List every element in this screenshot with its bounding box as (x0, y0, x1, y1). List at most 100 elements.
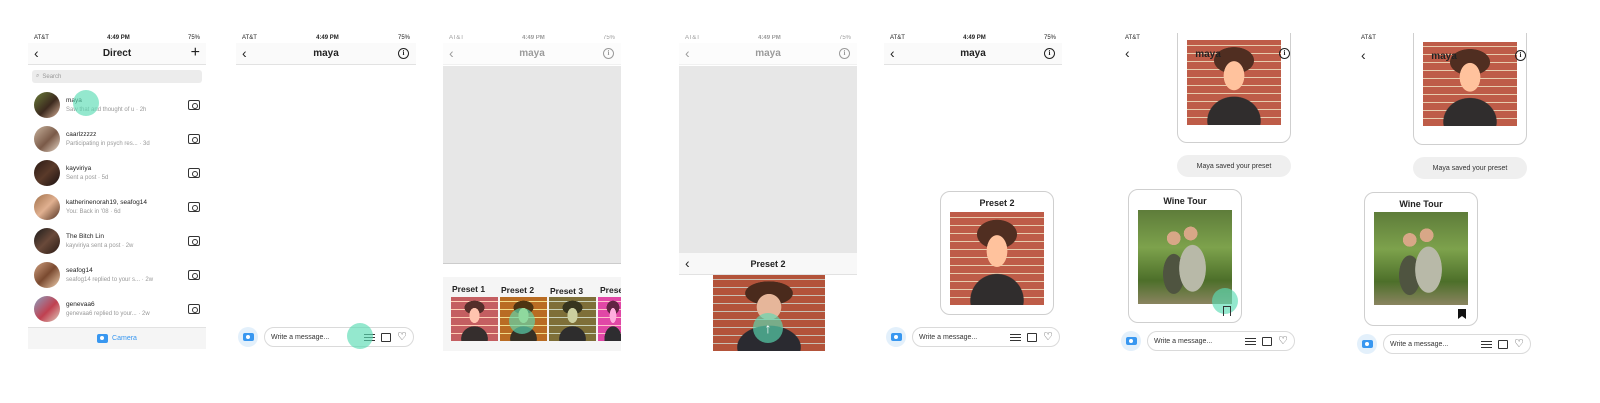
preset-thumbnail[interactable] (598, 297, 621, 341)
shared-post-card[interactable]: Wine Tour (1128, 189, 1242, 323)
shared-post-card[interactable]: Wine Tour (1364, 192, 1478, 326)
camera-icon[interactable] (188, 100, 200, 110)
filters-sliders-icon[interactable] (1245, 337, 1257, 346)
back-chevron-icon[interactable]: ‹ (685, 46, 690, 60)
thread-list: mayaSaw that and thought of u · 2h caarl… (28, 88, 206, 326)
info-icon[interactable]: i (1044, 48, 1055, 59)
carrier: AT&T (1361, 35, 1376, 41)
message-input[interactable]: Write a message... ♡ (1147, 331, 1295, 351)
screen-post-bookmarked: AT&T 4:49 PM 75% ‹ maya i Maya saved you… (1355, 33, 1533, 357)
gallery-icon[interactable] (381, 332, 392, 342)
dim-overlay (443, 66, 621, 264)
preset-card[interactable]: Preset 2 (940, 191, 1054, 315)
avatar (34, 228, 60, 254)
battery: 75% (1043, 35, 1056, 41)
thread-name: caarlzzzzz (66, 131, 97, 138)
clock: 4:49 PM (522, 35, 545, 41)
new-message-plus-icon[interactable]: + (191, 44, 200, 62)
dimmed-chat: AT&T 4:49 PM 75% ‹ maya i (443, 33, 621, 65)
tap-indicator (509, 308, 535, 334)
message-input[interactable]: Write a message... ♡ (1383, 334, 1531, 354)
camera-button[interactable] (1357, 334, 1377, 354)
camera-button[interactable]: Camera (28, 327, 206, 349)
heart-icon[interactable]: ♡ (397, 332, 407, 343)
back-chevron-icon[interactable]: ‹ (449, 46, 454, 60)
list-item[interactable]: caarlzzzzz Participating in psych res... … (28, 122, 206, 156)
status-bar: AT&T 4:49 PM 75% (28, 33, 206, 43)
back-chevron-icon[interactable]: ‹ (890, 46, 895, 60)
camera-button[interactable] (886, 327, 906, 347)
message-input[interactable]: Write a message... ♡ (912, 327, 1060, 347)
carrier: AT&T (242, 35, 257, 41)
bookmark-icon[interactable] (1223, 306, 1231, 316)
dim-overlay (679, 66, 857, 253)
preset-thumbnail[interactable] (451, 297, 498, 341)
message-input[interactable]: Write a message... ♡ (264, 327, 414, 347)
clock: 4:49 PM (758, 35, 781, 41)
list-item[interactable]: kayviriya Sent a post · 5d (28, 156, 206, 190)
back-chevron-icon[interactable]: ‹ (34, 46, 39, 60)
screen-preset-sent: AT&T 4:49 PM 75% ‹ maya i Preset 2 Write… (884, 33, 1062, 351)
nav-bar: ‹ maya i (236, 43, 416, 65)
info-icon[interactable]: i (603, 48, 614, 59)
chat-title: maya (1195, 48, 1221, 60)
gallery-icon[interactable] (1262, 336, 1273, 346)
send-preset-button[interactable]: ↑ (753, 313, 783, 343)
back-chevron-icon[interactable]: ‹ (1361, 48, 1366, 62)
list-item[interactable]: seafog14 seafog14 replied to your s... · … (28, 258, 206, 292)
camera-button[interactable] (238, 327, 258, 347)
list-item[interactable]: katherinenorah19, seafog14 You: Back in '… (28, 190, 206, 224)
heart-icon[interactable]: ♡ (1514, 339, 1524, 350)
thread-name: kayviriya (66, 165, 92, 172)
gallery-icon[interactable] (1498, 339, 1509, 349)
carrier: AT&T (1125, 35, 1140, 41)
list-item[interactable]: mayaSaw that and thought of u · 2h (28, 88, 206, 122)
camera-icon[interactable] (188, 202, 200, 212)
screen-preset-saved: AT&T 4:49 PM 75% ‹ maya i Maya saved you… (1119, 33, 1297, 355)
message-composer: Write a message... ♡ (1121, 330, 1295, 352)
preset-thumbnail[interactable] (549, 297, 596, 341)
nav-bar: ‹ maya i (1355, 45, 1533, 67)
camera-icon[interactable] (188, 168, 200, 178)
thread-name: seafog14 (66, 267, 93, 274)
card-photo (950, 212, 1044, 305)
info-icon[interactable]: i (1515, 50, 1526, 61)
carrier: AT&T (685, 35, 700, 41)
screen-direct-inbox: AT&T 4:49 PM 75% ‹ Direct + ⌕ Search may… (28, 33, 206, 349)
nav-bar: ‹ maya i (679, 43, 857, 65)
info-icon[interactable]: i (1279, 48, 1290, 59)
nav-bar: ‹ maya i (443, 43, 621, 65)
preset-label: Preset 2 (501, 285, 535, 295)
camera-icon[interactable] (188, 304, 200, 314)
battery: 75% (838, 35, 851, 41)
avatar (34, 160, 60, 186)
heart-icon[interactable]: ♡ (1278, 336, 1288, 347)
info-icon[interactable]: i (839, 48, 850, 59)
gallery-icon[interactable] (1027, 332, 1038, 342)
list-item[interactable]: genevaa6 genevaa6 replied to your... · 2w (28, 292, 206, 326)
battery: 75% (602, 35, 615, 41)
tap-indicator (73, 90, 99, 116)
camera-icon (890, 333, 902, 341)
preset-label: Preset 1 (452, 284, 486, 294)
search-input[interactable]: ⌕ Search (32, 70, 202, 83)
dimmed-chat: AT&T 4:49 PM 75% ‹ maya i (679, 33, 857, 65)
camera-button[interactable] (1121, 331, 1141, 351)
camera-icon[interactable] (188, 134, 200, 144)
back-chevron-icon[interactable]: ‹ (685, 256, 690, 270)
clock: 4:49 PM (107, 35, 130, 41)
back-chevron-icon[interactable]: ‹ (242, 46, 247, 60)
camera-icon[interactable] (188, 236, 200, 246)
bookmark-filled-icon[interactable] (1458, 309, 1466, 319)
back-chevron-icon[interactable]: ‹ (1125, 46, 1130, 60)
avatar (34, 194, 60, 220)
list-item[interactable]: The Bitch Lin kayviriya sent a post · 2w (28, 224, 206, 258)
info-icon[interactable]: i (398, 48, 409, 59)
filters-sliders-icon[interactable] (1481, 340, 1493, 349)
heart-icon[interactable]: ♡ (1043, 332, 1053, 343)
filters-sliders-icon[interactable] (1010, 333, 1022, 342)
card-title: Wine Tour (1399, 199, 1443, 209)
status-bar: AT&T 4:49 PM 75% (443, 33, 621, 43)
camera-icon[interactable] (188, 270, 200, 280)
screen-preset-preview: AT&T 4:49 PM 75% ‹ maya i ‹ Preset 2 ↑ (679, 33, 857, 351)
